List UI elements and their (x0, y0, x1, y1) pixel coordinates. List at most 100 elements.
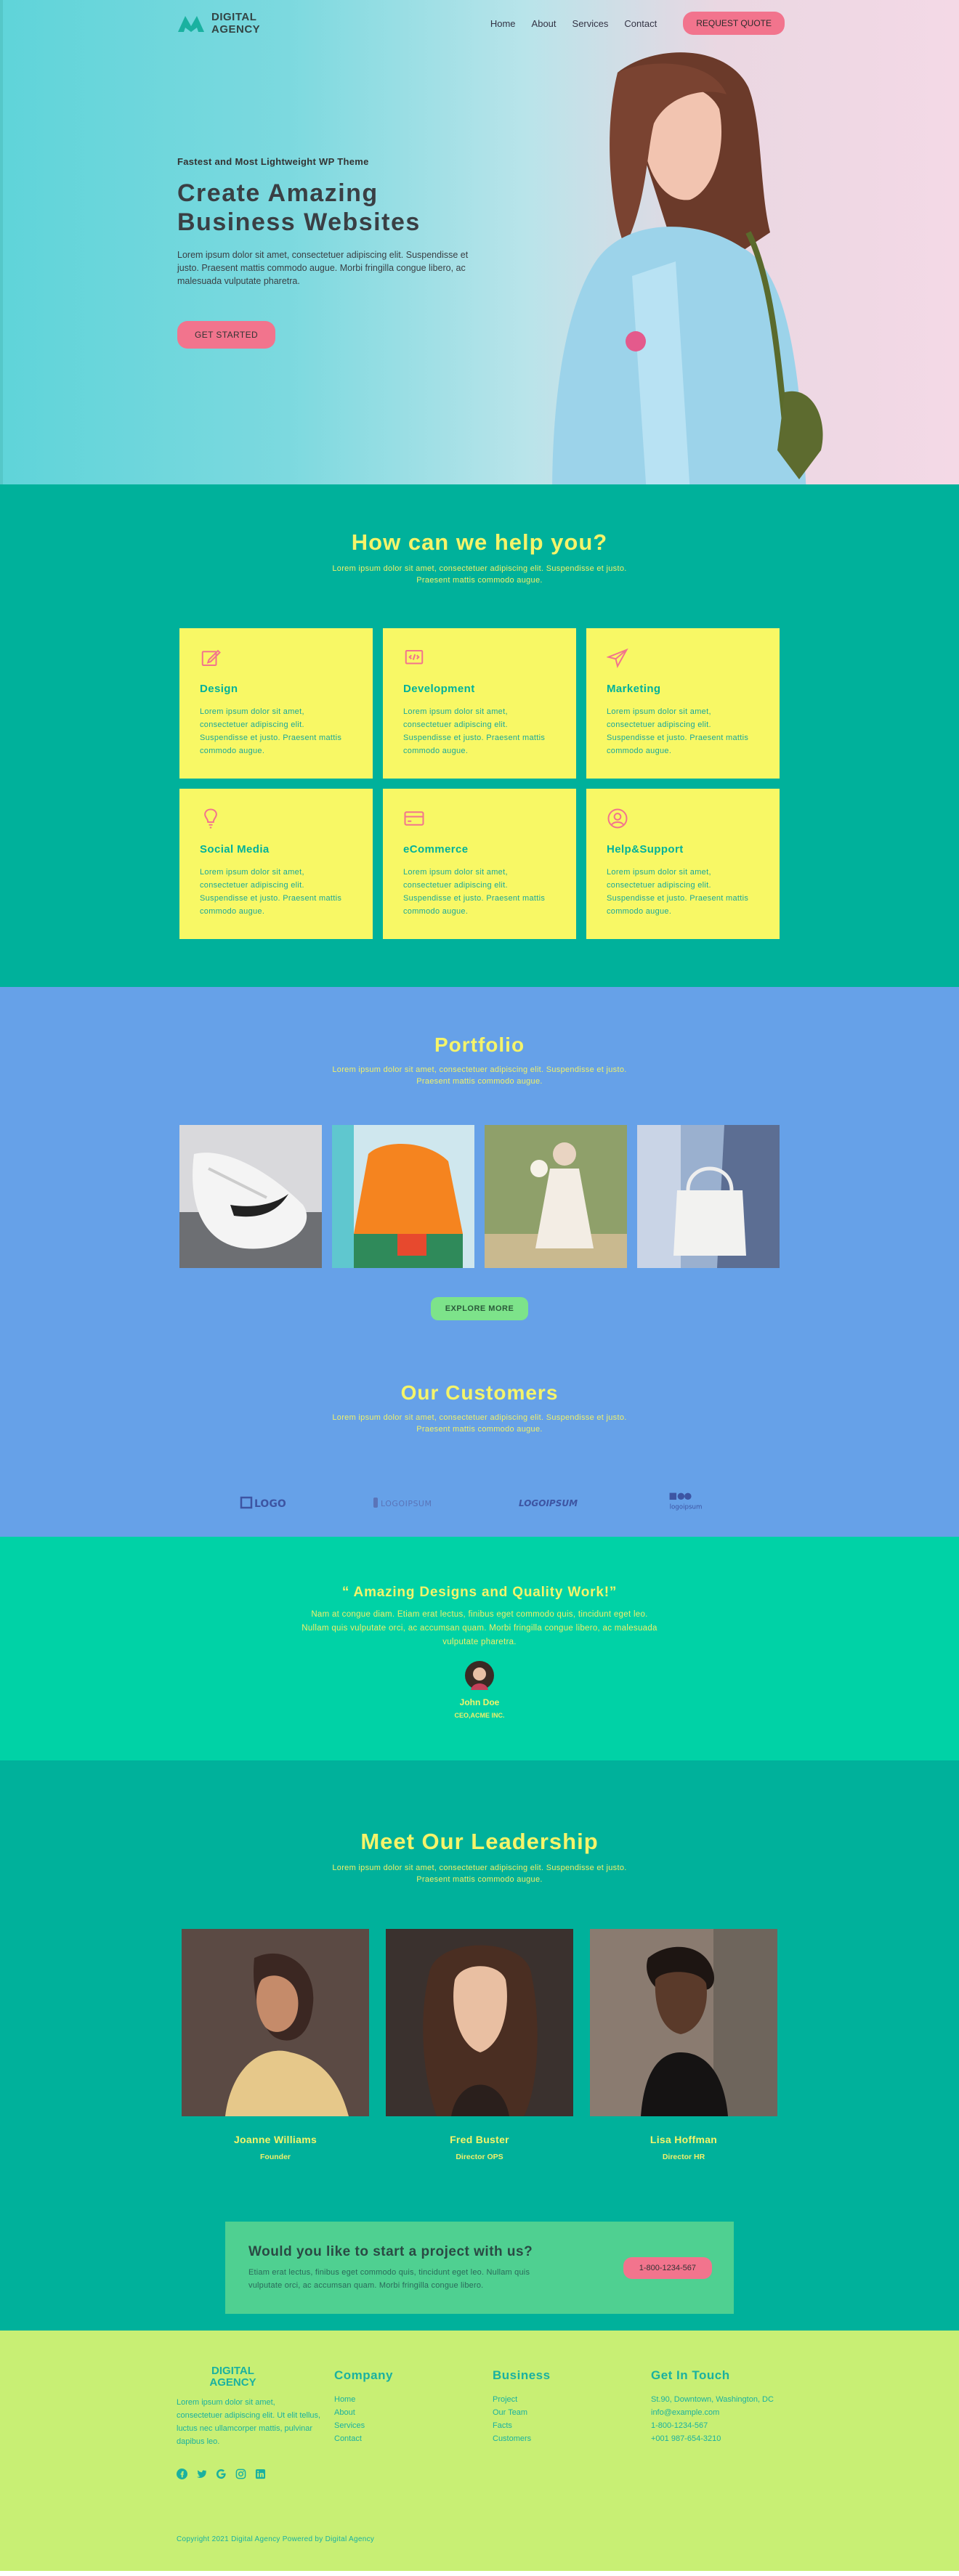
facebook-icon[interactable] (177, 2469, 187, 2479)
testimonial-role: CEO,ACME INC. (454, 1712, 505, 1719)
leadership-title: Meet Our Leadership (360, 1829, 599, 1854)
member-name: Joanne Williams (233, 2134, 317, 2145)
footer-link-services[interactable]: Services (334, 2419, 493, 2432)
footer-business-column: Business Project Our Team Facts Customer… (493, 2365, 651, 2479)
client-logo-3: LOGOIPSUM (519, 1498, 578, 1508)
edit-icon (201, 649, 221, 666)
cta-title: Would you like to start a project with u… (248, 2243, 533, 2259)
main-menu: Home About Services Contact REQUEST QUOT… (490, 12, 785, 35)
member-photo (590, 1929, 777, 2116)
hero-title: Create Amazing Business Websites (177, 179, 421, 236)
footer-link-our-team[interactable]: Our Team (493, 2406, 651, 2419)
service-desc: Lorem ipsum dolor sit amet, consectetuer… (200, 868, 342, 916)
testimonial-name: John Doe (459, 1697, 500, 1707)
hero-description: Lorem ipsum dolor sit amet, consectetuer… (177, 250, 469, 286)
customer-logos: LOGO LOGOIPSUM LOGOIPSUM logoipsum (203, 1492, 756, 1513)
nav-item-services[interactable]: Services (572, 18, 609, 29)
service-desc: Lorem ipsum dolor sit amet, consectetuer… (607, 868, 749, 916)
portfolio-title: Portfolio (434, 1033, 525, 1056)
service-card-ecommerce[interactable]: eCommerce Lorem ipsum dolor sit amet, co… (383, 789, 576, 939)
hero-section: DIGITAL AGENCY Home About Services Conta… (0, 0, 959, 484)
footer-contact-title: Get In Touch (651, 2368, 730, 2382)
portfolio-image-orange-sweater[interactable] (332, 1125, 474, 1268)
dev-icon (405, 650, 424, 665)
team-member-card[interactable]: Fred Buster Director OPS (386, 1929, 573, 2161)
footer-link-contact[interactable]: Contact (334, 2432, 493, 2445)
nav-item-home[interactable]: Home (490, 18, 516, 29)
footer-company-column: Company Home About Services Contact (334, 2365, 493, 2479)
team-member-card[interactable]: Joanne Williams Founder (182, 1929, 369, 2161)
service-name: Development (403, 683, 475, 695)
client-logo-2: LOGOIPSUM (373, 1498, 432, 1508)
cta-text: Etiam erat lectus, finibus eget commodo … (248, 2267, 530, 2290)
footer-brand[interactable]: DIGITAL AGENCY (177, 2365, 289, 2389)
footer-phone-1[interactable]: 1-800-1234-567 (651, 2419, 809, 2432)
service-name: Social Media (200, 843, 270, 856)
service-desc: Lorem ipsum dolor sit amet, consectetuer… (403, 707, 546, 755)
hero-content: Fastest and Most Lightweight WP Theme Cr… (177, 156, 482, 349)
service-card-marketing[interactable]: Marketing Lorem ipsum dolor sit amet, co… (586, 628, 780, 779)
footer-link-customers[interactable]: Customers (493, 2432, 651, 2445)
testimonial-section: “ Amazing Designs and Quality Work!” Nam… (0, 1537, 959, 1760)
services-subtitle: Lorem ipsum dolor sit amet, consectetuer… (332, 564, 627, 585)
client-logo-1-text: LOGO (254, 1498, 286, 1510)
member-name: Lisa Hoffman (650, 2134, 718, 2145)
customers-title: Our Customers (400, 1381, 559, 1404)
service-card-design[interactable]: Design Lorem ipsum dolor sit amet, conse… (179, 628, 373, 779)
service-name: Marketing (607, 683, 661, 695)
hero-woman-image (552, 52, 823, 484)
footer-business-title: Business (493, 2368, 551, 2382)
get-started-button[interactable]: GET STARTED (177, 321, 276, 349)
brand-logo[interactable]: DIGITAL AGENCY (177, 11, 260, 36)
testimonial-quote: “ Amazing Designs and Quality Work!” (341, 1585, 618, 1600)
member-role: Founder (260, 2153, 291, 2161)
member-role: Director OPS (456, 2153, 503, 2161)
nav-item-about[interactable]: About (532, 18, 557, 29)
explore-more-button[interactable]: EXPLORE MORE (431, 1297, 528, 1320)
member-photo (386, 1929, 573, 2116)
request-quote-button[interactable]: REQUEST QUOTE (683, 12, 785, 35)
client-logo-4-text: logoipsum (670, 1504, 703, 1511)
hero-eyebrow: Fastest and Most Lightweight WP Theme (177, 156, 369, 167)
leadership-subtitle: Lorem ipsum dolor sit amet, consectetuer… (332, 1864, 627, 1884)
linkedin-icon[interactable] (255, 2469, 266, 2479)
social-links (177, 2469, 334, 2479)
member-role: Director HR (662, 2153, 705, 2161)
send-icon (606, 648, 628, 668)
footer-link-about[interactable]: About (334, 2406, 493, 2419)
footer-link-project[interactable]: Project (493, 2393, 651, 2406)
twitter-icon[interactable] (196, 2469, 207, 2479)
team-member-card[interactable]: Lisa Hoffman Director HR (590, 1929, 777, 2161)
service-desc: Lorem ipsum dolor sit amet, consectetuer… (200, 707, 342, 755)
leadership-section: Meet Our Leadership Lorem ipsum dolor si… (0, 1760, 959, 2331)
footer-about: Lorem ipsum dolor sit amet, consectetuer… (177, 2398, 321, 2446)
footer-phone-2[interactable]: +001 987-654-3210 (651, 2432, 809, 2445)
footer-link-facts[interactable]: Facts (493, 2419, 651, 2432)
service-card-development[interactable]: Development Lorem ipsum dolor sit amet, … (383, 628, 576, 779)
portfolio-image-sneakers[interactable] (179, 1125, 322, 1268)
team-members: Joanne Williams Founder Fred Buster Dire… (182, 1929, 777, 2161)
footer-email[interactable]: info@example.com (651, 2406, 809, 2419)
portfolio-subtitle: Lorem ipsum dolor sit amet, consectetuer… (332, 1065, 627, 1086)
service-name: eCommerce (403, 843, 469, 856)
service-desc: Lorem ipsum dolor sit amet, consectetuer… (403, 868, 546, 916)
user-circle-icon (607, 808, 628, 829)
footer-link-home[interactable]: Home (334, 2393, 493, 2406)
testimonial-avatar (465, 1661, 494, 1690)
cta-phone-button[interactable]: 1-800-1234-567 (623, 2256, 712, 2279)
nav-item-contact[interactable]: Contact (624, 18, 657, 29)
google-icon[interactable] (216, 2469, 227, 2479)
portfolio-image-white-bag[interactable] (637, 1125, 780, 1268)
services-grid: Design Lorem ipsum dolor sit amet, conse… (179, 628, 780, 939)
testimonial-text: Nam at congue diam. Etiam erat lectus, f… (302, 1610, 657, 1646)
credit-card-icon (404, 811, 424, 826)
instagram-icon[interactable] (235, 2469, 246, 2479)
services-section: How can we help you? Lorem ipsum dolor s… (0, 484, 959, 987)
client-logo-3-text: LOGOIPSUM (519, 1498, 578, 1508)
portfolio-image-white-dress[interactable] (485, 1125, 627, 1268)
footer-address: St.90, Downtown, Washington, DC (651, 2395, 774, 2404)
service-card-social-media[interactable]: Social Media Lorem ipsum dolor sit amet,… (179, 789, 373, 939)
service-card-help-support[interactable]: Help&Support Lorem ipsum dolor sit amet,… (586, 789, 780, 939)
service-name: Help&Support (607, 843, 684, 856)
services-title: How can we help you? (351, 529, 608, 555)
